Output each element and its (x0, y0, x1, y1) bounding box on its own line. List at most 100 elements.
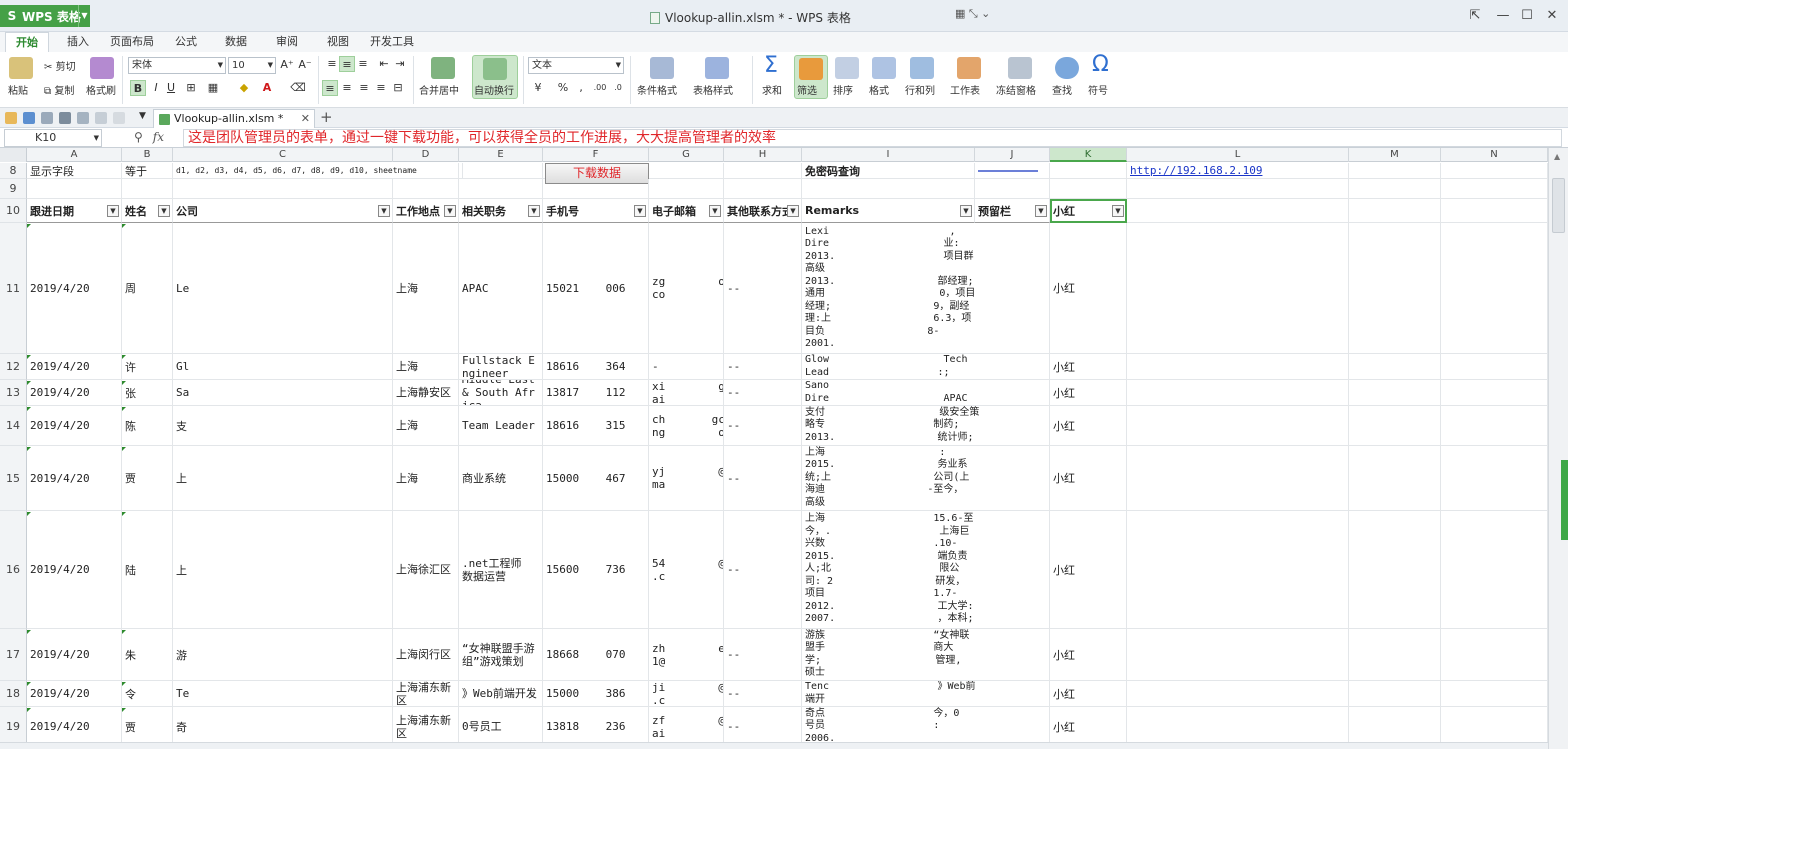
empty-cell[interactable] (1441, 681, 1548, 707)
phone-cell[interactable]: 15600 736 (543, 511, 649, 629)
filter-dropdown-icon[interactable]: ▼ (787, 204, 799, 217)
borders-icon[interactable]: ⊞ (183, 80, 199, 96)
sum-button[interactable]: 求和 (762, 82, 782, 97)
no-password-query[interactable]: 免密码查询 (802, 163, 975, 179)
header-3[interactable]: 公司 ▼ (173, 199, 393, 223)
empty-cell[interactable] (1349, 446, 1441, 511)
worksheet-button[interactable]: 工作表 (950, 82, 980, 97)
column-header-k[interactable]: K (1050, 148, 1127, 162)
tab-data[interactable]: 数据 (216, 32, 256, 52)
email-cell[interactable]: zf @gmai (649, 707, 724, 747)
tab-view[interactable]: 视图 (318, 32, 358, 52)
phone-cell[interactable]: 13818 236 (543, 707, 649, 747)
name-cell[interactable]: 张 (122, 380, 173, 406)
empty-cell[interactable] (459, 163, 543, 179)
equals-label[interactable]: 等于 (122, 163, 173, 179)
column-header-b[interactable]: B (122, 148, 173, 162)
location-cell[interactable]: 上海 (393, 446, 459, 511)
tab-review[interactable]: 审阅 (267, 32, 307, 52)
worksheet-icon[interactable] (957, 57, 981, 79)
name-cell[interactable]: 贾 (122, 707, 173, 747)
company-cell[interactable]: 上 (173, 511, 393, 629)
empty-cell[interactable] (1349, 163, 1441, 179)
other-contact-cell[interactable]: -- (724, 354, 802, 380)
name-cell[interactable]: 陆 (122, 511, 173, 629)
remarks-cell[interactable]: Lexi , Dire 业: 2013. 项目群 高级 2013. 部经理; 通用 0，… (802, 223, 1050, 354)
name-cell[interactable]: 陈 (122, 406, 173, 446)
empty-cell[interactable] (1349, 179, 1441, 199)
header-9[interactable]: Remarks ▼ (802, 199, 975, 223)
header-6[interactable]: 手机号 ▼ (543, 199, 649, 223)
conditional-format-icon[interactable] (650, 57, 674, 79)
location-cell[interactable]: 上海静安区 (393, 380, 459, 406)
empty-cell[interactable] (1349, 681, 1441, 707)
filter-dropdown-icon[interactable]: ▼ (709, 204, 721, 217)
job-title-cell[interactable]: Middle East & South Africa (459, 380, 543, 406)
empty-cell[interactable] (1441, 406, 1548, 446)
company-cell[interactable]: Sa (173, 380, 393, 406)
font-name-select[interactable]: 宋体 ▼ (128, 57, 226, 74)
location-cell[interactable]: 上海浦东新区 (393, 707, 459, 747)
empty-cell[interactable] (1349, 629, 1441, 681)
remarks-cell[interactable]: Tenc 》Web前 端开 (802, 681, 1050, 707)
empty-cell[interactable] (1127, 406, 1349, 446)
empty-cell[interactable] (1050, 163, 1127, 179)
freeze-panes-button[interactable]: 冻结窗格 (996, 82, 1036, 97)
omega-icon[interactable]: Ω (1092, 52, 1109, 77)
empty-cell[interactable] (802, 179, 975, 199)
empty-cell[interactable] (1441, 446, 1548, 511)
column-header-g[interactable]: G (649, 148, 724, 162)
empty-cell[interactable] (1127, 199, 1349, 223)
increase-decimal-icon[interactable]: .00 (592, 80, 608, 96)
follow-up-date[interactable]: 2019/4/20 (27, 223, 122, 354)
follow-up-date[interactable]: 2019/4/20 (27, 707, 122, 747)
empty-cell[interactable] (1441, 163, 1548, 179)
remarks-cell[interactable]: 奇点 今，0 号员 :2006. (802, 707, 1050, 747)
company-cell[interactable]: 游 (173, 629, 393, 681)
assignee-cell[interactable]: 小红 (1050, 380, 1127, 406)
follow-up-date[interactable]: 2019/4/20 (27, 511, 122, 629)
empty-cell[interactable] (1441, 707, 1548, 747)
empty-cell[interactable] (1127, 446, 1349, 511)
paste-icon[interactable] (9, 57, 33, 79)
select-all-corner[interactable] (0, 148, 27, 162)
zoom-icon[interactable]: ⚲ (134, 130, 143, 144)
job-title-cell[interactable]: APAC (459, 223, 543, 354)
format-button[interactable]: 格式 (869, 82, 889, 97)
email-cell[interactable]: zh e711@ (649, 629, 724, 681)
empty-cell[interactable] (649, 163, 724, 179)
empty-cell[interactable] (459, 179, 543, 199)
align-center-icon[interactable]: ≡ (339, 80, 355, 96)
email-cell[interactable]: - (649, 354, 724, 380)
decrease-decimal-icon[interactable]: .0 (610, 80, 626, 96)
currency-icon[interactable]: ¥ (530, 80, 546, 96)
location-cell[interactable]: 上海 (393, 223, 459, 354)
other-contact-cell[interactable]: -- (724, 629, 802, 681)
empty-cell[interactable] (1441, 511, 1548, 629)
remarks-cell[interactable]: 上海 :2015. 务业系 统;上 公司(上 海迪 -至今， 高级 (802, 446, 1050, 511)
phone-cell[interactable]: 18616 364 (543, 354, 649, 380)
undo-icon[interactable] (95, 112, 107, 124)
tab-home[interactable]: 开始 (5, 32, 49, 52)
row-header-16[interactable]: 16 (0, 511, 27, 629)
formula-input[interactable]: 这是团队管理员的表单，通过一键下载功能，可以获得全员的工作进展，大大提高管理者的… (183, 129, 1562, 147)
empty-cell[interactable] (1127, 380, 1349, 406)
header-5[interactable]: 相关职务 ▼ (459, 199, 543, 223)
company-cell[interactable]: Gl (173, 354, 393, 380)
save-icon[interactable] (23, 112, 35, 124)
empty-cell[interactable] (724, 163, 802, 179)
other-contact-cell[interactable]: -- (724, 380, 802, 406)
empty-cell[interactable] (649, 179, 724, 199)
filter-dropdown-icon[interactable]: ▼ (634, 204, 646, 217)
other-contact-cell[interactable]: -- (724, 707, 802, 747)
location-cell[interactable]: 上海 (393, 354, 459, 380)
filter-icon[interactable] (799, 58, 823, 80)
name-cell[interactable]: 令 (122, 681, 173, 707)
empty-cell[interactable] (1349, 354, 1441, 380)
empty-cell[interactable] (1349, 199, 1441, 223)
row-header-8[interactable]: 8 (0, 163, 27, 179)
spreadsheet-grid[interactable]: ABCDEFGHIJKLMN 8 显示字段 等于 d1, d2, d3, d4, d5… (0, 148, 1548, 749)
justify-icon[interactable]: ≡ (373, 80, 389, 96)
server-link[interactable]: http://192.168.2.109 (1127, 163, 1349, 179)
empty-cell[interactable] (1441, 179, 1548, 199)
